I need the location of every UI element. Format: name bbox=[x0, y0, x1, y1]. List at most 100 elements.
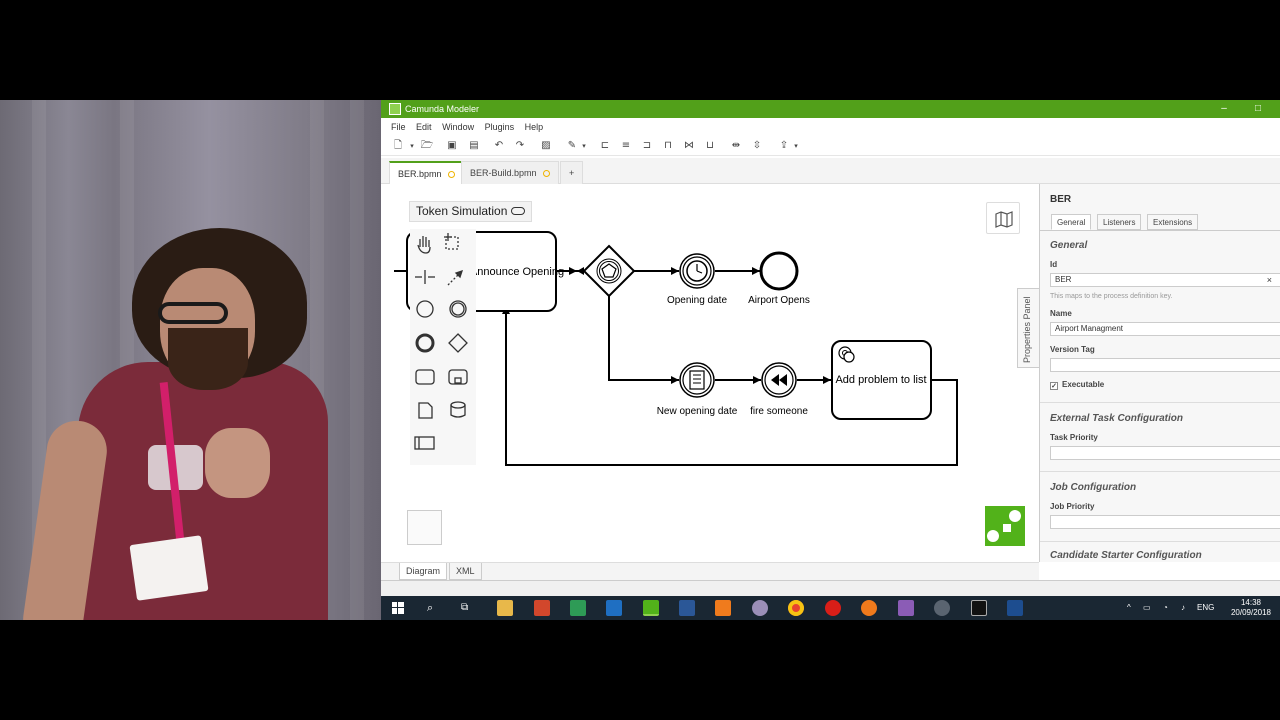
tab-ber-bpmn[interactable]: BER.bpmn bbox=[389, 161, 464, 184]
open-folder-icon[interactable]: 🗁 bbox=[420, 139, 434, 153]
tab-diagram[interactable]: Diagram bbox=[399, 563, 448, 580]
menu-help[interactable]: Help bbox=[525, 122, 544, 132]
minimap-toggle-button[interactable] bbox=[986, 202, 1020, 234]
undo-icon[interactable]: ↶ bbox=[492, 139, 506, 153]
powerpoint-icon[interactable] bbox=[534, 600, 550, 616]
redo-icon[interactable]: ↷ bbox=[513, 139, 527, 153]
end-event-label: Airport Opens bbox=[748, 295, 810, 306]
service-task-label: Add problem to list bbox=[835, 374, 926, 386]
align-top-icon[interactable]: ⊓ bbox=[661, 139, 675, 153]
distribute-vertical-icon[interactable]: ⇳ bbox=[750, 139, 764, 153]
tool-palette bbox=[410, 229, 476, 465]
save-as-icon[interactable]: ▤ bbox=[467, 139, 481, 153]
settings-gear-icon[interactable] bbox=[934, 600, 950, 616]
file-explorer-icon[interactable] bbox=[497, 600, 513, 616]
minimap-placeholder[interactable] bbox=[407, 510, 442, 545]
language-indicator[interactable]: ENG bbox=[1197, 596, 1214, 620]
align-center-icon[interactable]: ≡ bbox=[619, 139, 633, 153]
start-icon[interactable] bbox=[392, 602, 404, 614]
terminal-icon[interactable] bbox=[971, 600, 987, 616]
toggle-icon bbox=[511, 207, 526, 215]
title-bar: Camunda Modeler – □ bbox=[381, 100, 1280, 118]
system-clock[interactable]: 14:38 20/09/2018 bbox=[1226, 598, 1276, 618]
deploy-dropdown-icon[interactable]: ▾ bbox=[789, 139, 803, 153]
chrome-icon[interactable] bbox=[788, 600, 804, 616]
camunda-modeler-taskbar-icon[interactable] bbox=[643, 600, 659, 616]
align-left-icon[interactable]: ⊏ bbox=[598, 139, 612, 153]
distribute-horizontal-icon[interactable]: ⇹ bbox=[729, 139, 743, 153]
view-tabs: Diagram XML bbox=[381, 562, 1039, 580]
unsaved-dot-icon bbox=[542, 170, 550, 177]
task-priority-field[interactable] bbox=[1050, 446, 1280, 460]
tab-ber-build-bpmn[interactable]: BER-Build.bpmn bbox=[461, 161, 559, 184]
wifi-icon[interactable]: ◔ bbox=[1163, 596, 1168, 620]
id-field[interactable]: BER × bbox=[1050, 273, 1280, 287]
tray-chevron-icon[interactable]: ^ bbox=[1127, 596, 1131, 620]
clear-icon[interactable]: × bbox=[1267, 274, 1272, 286]
job-priority-field[interactable] bbox=[1050, 515, 1280, 529]
outlook-icon[interactable] bbox=[606, 600, 622, 616]
menu-window[interactable]: Window bbox=[442, 122, 474, 132]
version-tag-label: Version Tag bbox=[1050, 345, 1095, 354]
tab-general[interactable]: General bbox=[1051, 214, 1092, 230]
properties-panel-toggle[interactable]: Properties Panel bbox=[1017, 288, 1039, 368]
opera-icon[interactable] bbox=[825, 600, 841, 616]
unsaved-dot-icon bbox=[447, 171, 455, 178]
compensation-event-label: fire someone bbox=[750, 406, 808, 417]
file-tabs: BER.bpmn BER-Build.bpmn + bbox=[381, 158, 1280, 184]
menu-file[interactable]: File bbox=[391, 122, 406, 132]
status-bar bbox=[381, 580, 1280, 596]
version-tag-field[interactable] bbox=[1050, 358, 1280, 372]
section-external-task: External Task Configuration bbox=[1050, 413, 1183, 424]
clock-date: 20/09/2018 bbox=[1230, 608, 1272, 617]
edit-dropdown-icon[interactable]: ▾ bbox=[577, 139, 591, 153]
executable-checkbox[interactable]: ✓ Executable bbox=[1050, 380, 1104, 390]
windows-taskbar: ⌕ ⧉ ^ ▭ ◔ ♪ ENG 14:38 20/09/2018 bbox=[381, 596, 1280, 620]
volume-icon[interactable]: ♪ bbox=[1181, 596, 1185, 620]
sway-icon[interactable] bbox=[570, 600, 586, 616]
announce-task-label: Announce Opening bbox=[470, 266, 564, 278]
name-field[interactable]: Airport Managment bbox=[1050, 322, 1280, 336]
minimize-icon[interactable]: – bbox=[1217, 100, 1231, 118]
clock-time: 14:38 bbox=[1240, 598, 1262, 607]
align-bottom-icon[interactable]: ⊔ bbox=[703, 139, 717, 153]
section-general: General bbox=[1050, 240, 1088, 251]
conditional-event-label: New opening date bbox=[657, 406, 738, 417]
job-priority-label: Job Priority bbox=[1050, 502, 1095, 511]
tab-label: BER.bpmn bbox=[398, 169, 442, 179]
paint-icon[interactable] bbox=[752, 600, 768, 616]
sublime-icon[interactable] bbox=[715, 600, 731, 616]
tab-xml[interactable]: XML bbox=[449, 563, 482, 580]
window-title: Camunda Modeler bbox=[405, 104, 480, 114]
end-event-shape bbox=[759, 251, 799, 291]
tab-extensions[interactable]: Extensions bbox=[1147, 214, 1199, 230]
battery-icon[interactable]: ▭ bbox=[1143, 596, 1151, 620]
token-simulation-toggle[interactable]: Token Simulation bbox=[409, 201, 533, 222]
tab-listeners[interactable]: Listeners bbox=[1097, 214, 1142, 230]
align-middle-icon[interactable]: ⋈ bbox=[682, 139, 696, 153]
save-icon[interactable]: ▣ bbox=[445, 139, 459, 153]
menu-plugins[interactable]: Plugins bbox=[485, 122, 515, 132]
timer-event-label: Opening date bbox=[667, 295, 727, 306]
export-image-icon[interactable]: ▨ bbox=[539, 139, 553, 153]
screen: Camunda Modeler – □ File Edit Window Plu… bbox=[0, 0, 1280, 720]
word-icon[interactable] bbox=[679, 600, 695, 616]
camunda-modeler-window: Camunda Modeler – □ File Edit Window Plu… bbox=[381, 100, 1280, 596]
menu-edit[interactable]: Edit bbox=[416, 122, 432, 132]
id-value: BER bbox=[1055, 275, 1072, 284]
new-file-icon[interactable]: 🗋 bbox=[391, 139, 405, 153]
element-title: BER bbox=[1050, 194, 1072, 205]
firefox-icon[interactable] bbox=[861, 600, 877, 616]
powershell-icon[interactable] bbox=[1007, 600, 1023, 616]
new-dropdown-icon[interactable]: ▾ bbox=[405, 139, 419, 153]
id-hint: This maps to the process definition key. bbox=[1050, 293, 1173, 300]
diagram-canvas[interactable]: Announce Opening Opening date Airport Op… bbox=[387, 184, 1039, 562]
id-label: Id bbox=[1050, 260, 1058, 269]
search-icon[interactable]: ⌕ bbox=[427, 596, 433, 620]
align-right-icon[interactable]: ⊐ bbox=[640, 139, 654, 153]
task-view-icon[interactable]: ⧉ bbox=[461, 596, 468, 620]
github-icon[interactable] bbox=[898, 600, 914, 616]
new-tab-button[interactable]: + bbox=[560, 161, 584, 184]
task-priority-label: Task Priority bbox=[1050, 433, 1098, 442]
maximize-icon[interactable]: □ bbox=[1251, 100, 1265, 118]
